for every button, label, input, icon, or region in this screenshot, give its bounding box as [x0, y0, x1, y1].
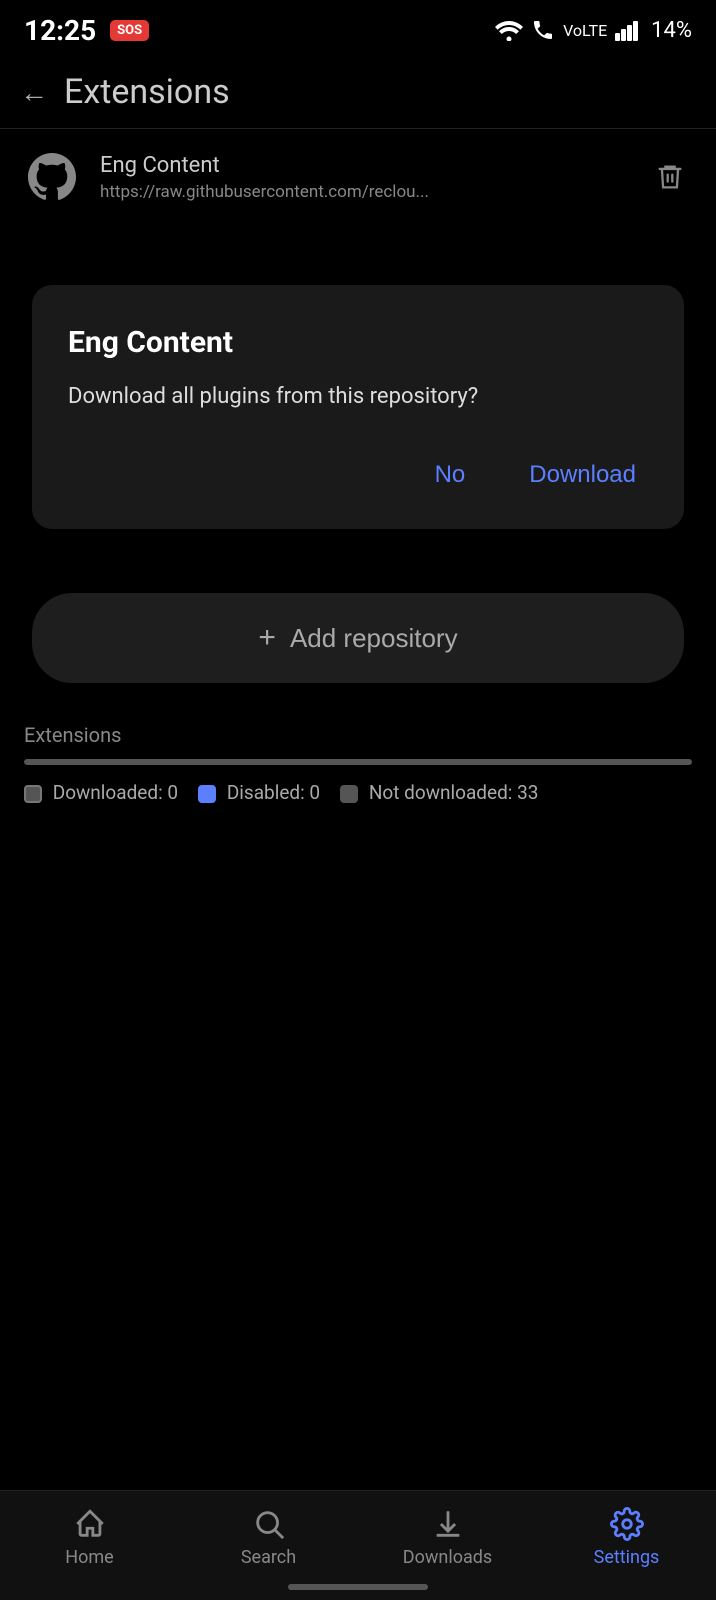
status-sos: SOS [110, 20, 149, 41]
disabled-stat: Disabled: 0 [198, 781, 320, 804]
not-downloaded-dot [340, 785, 358, 803]
repo-url: https://raw.githubusercontent.com/reclou… [100, 182, 628, 202]
nav-label-search: Search [241, 1547, 296, 1568]
nav-item-settings[interactable]: Settings [537, 1507, 716, 1568]
nav-label-settings: Settings [594, 1547, 660, 1568]
dialog-actions: No Download [68, 453, 648, 497]
downloaded-stat: Downloaded: 0 [24, 781, 178, 804]
dialog-box: Eng Content Download all plugins from th… [32, 285, 684, 529]
bottom-indicator [288, 1584, 428, 1590]
nav-label-home: Home [65, 1547, 113, 1568]
dialog-area: Eng Content Download all plugins from th… [0, 225, 716, 569]
extensions-label: Extensions [24, 723, 692, 747]
add-repository-button[interactable]: + Add repository [32, 593, 684, 683]
back-button[interactable]: ← [20, 76, 48, 109]
nav-item-search[interactable]: Search [179, 1507, 358, 1568]
status-time: 12:25 [24, 14, 96, 47]
dialog-message: Download all plugins from this repositor… [68, 380, 648, 413]
wifi-icon [495, 19, 523, 41]
nav-label-downloads: Downloads [403, 1547, 492, 1568]
downloads-icon [431, 1507, 465, 1541]
search-icon [252, 1507, 286, 1541]
status-bar: 12:25 SOS VoLTE 14% [0, 0, 716, 56]
page-header: ← Extensions [0, 56, 716, 128]
repo-info: Eng Content https://raw.githubuserconten… [100, 153, 628, 202]
download-button[interactable]: Download [517, 453, 648, 497]
plus-icon: + [258, 621, 276, 655]
status-right: VoLTE 14% [495, 18, 692, 43]
signal-icon [615, 19, 643, 41]
dialog-title: Eng Content [68, 325, 648, 360]
page-title: Extensions [64, 72, 230, 112]
progress-bar-container [24, 759, 692, 765]
add-repo-label: Add repository [290, 623, 458, 654]
progress-bar-fill [24, 759, 692, 765]
extensions-section: Extensions Downloaded: 0 Disabled: 0 Not… [0, 699, 716, 820]
status-left: 12:25 SOS [24, 14, 149, 47]
extensions-stats: Downloaded: 0 Disabled: 0 Not downloaded… [24, 781, 692, 804]
no-button[interactable]: No [423, 453, 478, 497]
home-icon [73, 1507, 107, 1541]
repository-item: Eng Content https://raw.githubuserconten… [0, 129, 716, 225]
disabled-dot [198, 785, 216, 803]
not-downloaded-stat: Not downloaded: 33 [340, 781, 538, 804]
call-icon [531, 18, 555, 42]
add-repo-section: + Add repository [0, 569, 716, 699]
github-icon [24, 149, 80, 205]
nav-item-home[interactable]: Home [0, 1507, 179, 1568]
nav-item-downloads[interactable]: Downloads [358, 1507, 537, 1568]
settings-icon [610, 1507, 644, 1541]
repo-name: Eng Content [100, 153, 628, 178]
delete-repo-button[interactable] [648, 154, 692, 200]
downloaded-dot [24, 785, 42, 803]
battery-level: 14% [651, 18, 692, 43]
lte-indicator: VoLTE [563, 21, 607, 40]
